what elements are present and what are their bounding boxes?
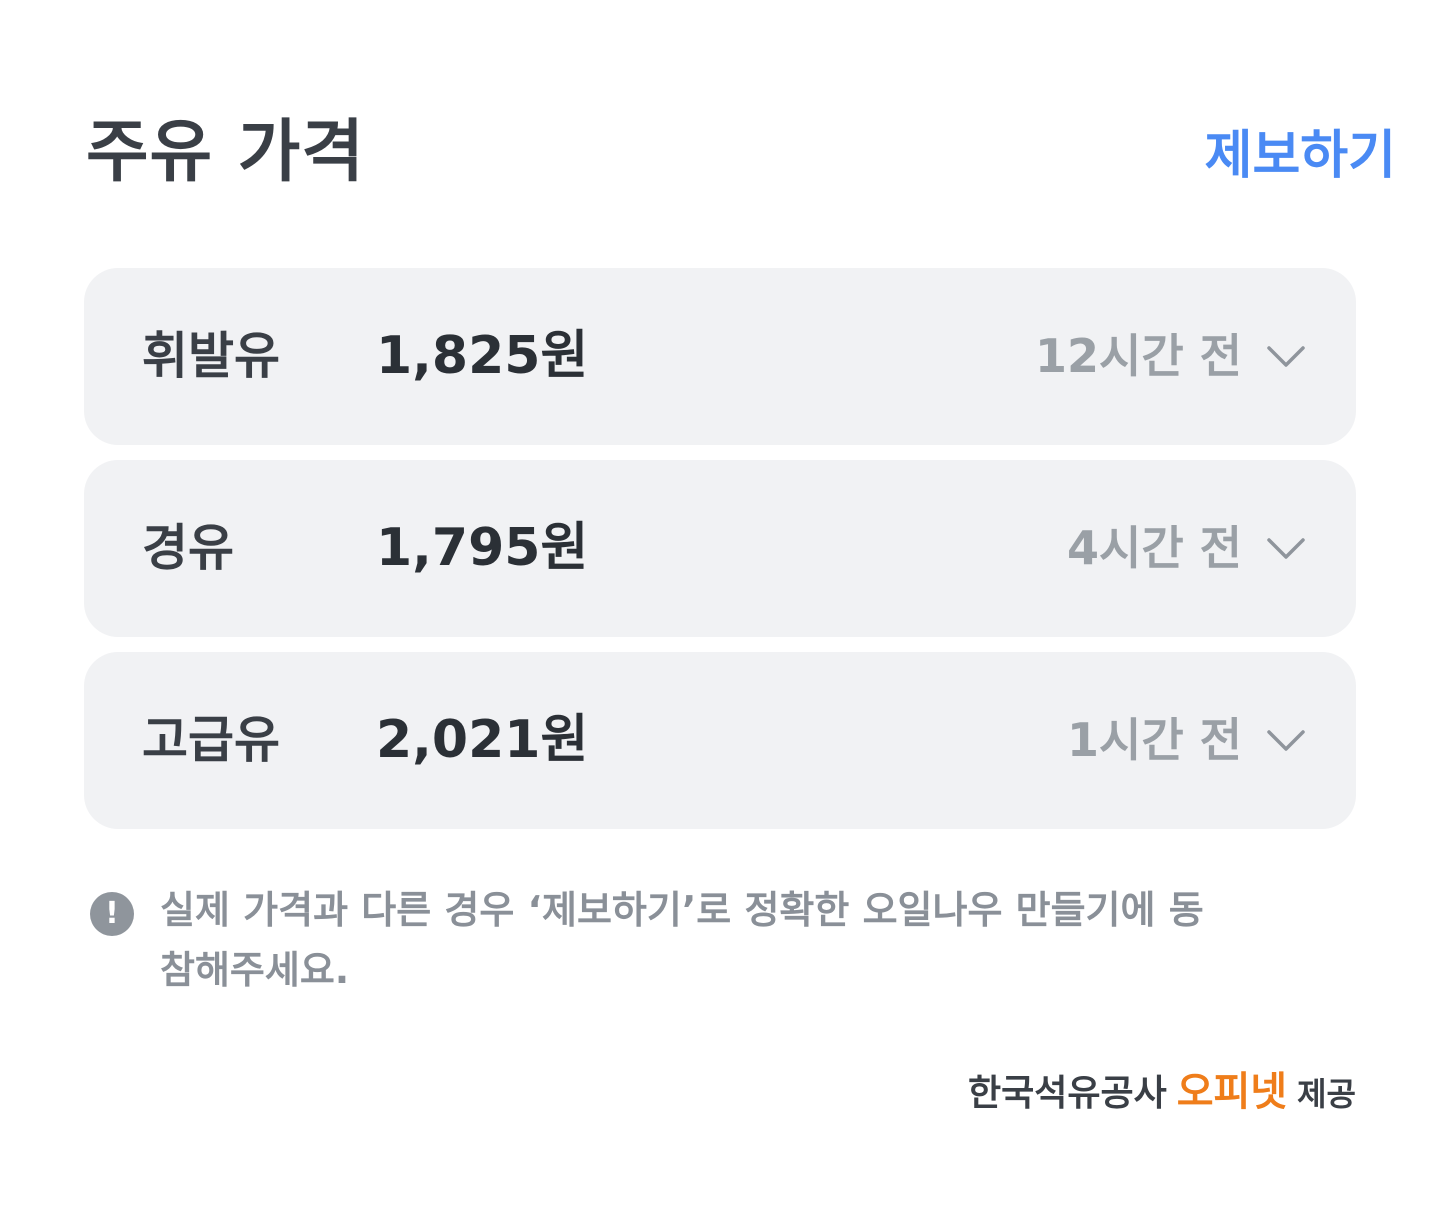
- chevron-down-icon[interactable]: [1266, 338, 1306, 374]
- fuel-row-premium[interactable]: 고급유 2,021원 1시간 전: [84, 652, 1356, 829]
- header: 주유 가격 제보하기: [86, 108, 1396, 198]
- provider-brand: 오피넷: [1176, 1069, 1288, 1115]
- fuel-name: 경유: [142, 519, 234, 577]
- provider-suffix: 제공: [1297, 1075, 1356, 1113]
- notice-text: 실제 가격과 다른 경우 ‘제보하기’로 정확한 오일나우 만들기에 동참해주세…: [160, 888, 1204, 992]
- chevron-down-icon[interactable]: [1266, 722, 1306, 758]
- fuel-row-gasoline[interactable]: 휘발유 1,825원 12시간 전: [84, 268, 1356, 445]
- fuel-price-list: 휘발유 1,825원 12시간 전 경유 1,795원 4시간 전 고급유 2,…: [84, 268, 1356, 844]
- report-button[interactable]: 제보하기: [1205, 116, 1396, 196]
- fuel-price: 1,795원: [376, 518, 589, 578]
- page-title: 주유 가격: [86, 113, 365, 192]
- fuel-updated-time: 4시간 전: [1067, 521, 1242, 575]
- fuel-price: 2,021원: [376, 710, 589, 770]
- fuel-name: 휘발유: [142, 327, 280, 385]
- data-provider-credit: 한국석유공사 오피넷 제공: [968, 1064, 1356, 1122]
- fuel-name: 고급유: [142, 711, 280, 769]
- fuel-row-diesel[interactable]: 경유 1,795원 4시간 전: [84, 460, 1356, 637]
- provider-org: 한국석유공사: [967, 1073, 1167, 1114]
- fuel-updated-time: 1시간 전: [1067, 713, 1242, 767]
- chevron-down-icon[interactable]: [1266, 530, 1306, 566]
- fuel-updated-time: 12시간 전: [1035, 329, 1242, 383]
- fuel-price: 1,825원: [376, 326, 589, 386]
- exclamation-circle-icon: !: [90, 892, 134, 936]
